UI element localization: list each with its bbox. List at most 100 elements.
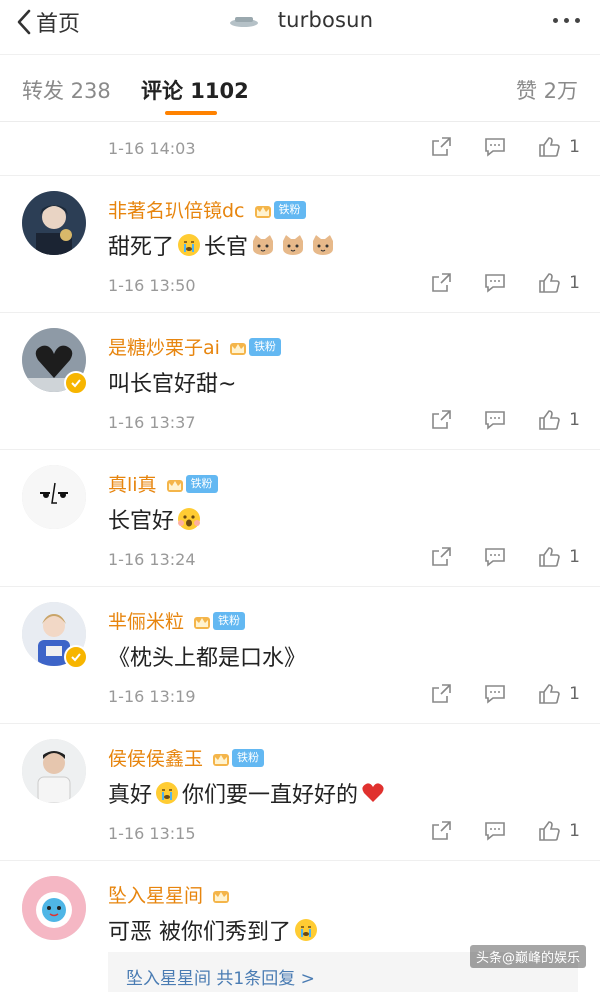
comment-username[interactable]: 侯侯侯鑫玉 铁粉 — [108, 744, 265, 771]
like-count: 1 — [569, 273, 580, 293]
share-icon[interactable] — [429, 135, 453, 159]
comment-actions: 1 — [429, 682, 580, 706]
avatar-image — [22, 465, 86, 529]
like-count: 1 — [569, 410, 580, 430]
crown-badge-icon — [254, 205, 271, 218]
share-icon[interactable] — [429, 408, 453, 432]
comment-time: 1-16 13:50 — [108, 276, 196, 295]
comment-text: 甜死了 长官 — [108, 229, 338, 261]
watermark: 头条@巅峰的娱乐 — [469, 945, 586, 968]
comment-time: 1-16 13:37 — [108, 413, 196, 432]
crying-emoji-icon — [295, 919, 317, 941]
comment-text: 可恶 被你们秀到了 — [108, 914, 321, 946]
comment-actions: 1 — [429, 819, 580, 843]
avatar-image — [22, 191, 86, 255]
share-icon[interactable] — [429, 271, 453, 295]
username-text: 坠入星星间 — [108, 885, 204, 907]
fan-badge: 铁粉 — [213, 611, 246, 630]
avatar-image — [22, 876, 86, 940]
like-count: 1 — [569, 821, 580, 841]
comment-username[interactable]: 芈俪米粒 铁粉 — [108, 607, 246, 634]
like-icon[interactable] — [537, 408, 561, 432]
surprised-emoji-icon — [178, 508, 201, 530]
reply-icon[interactable] — [483, 408, 507, 432]
tab-repost[interactable]: 转发 238 — [22, 75, 111, 105]
comment-text-part: 甜死了 — [108, 235, 175, 260]
like-count: 1 — [569, 547, 580, 567]
active-tab-indicator — [165, 111, 217, 115]
comment-time: 1-16 13:24 — [108, 550, 196, 569]
reply-icon[interactable] — [483, 271, 507, 295]
comment-list: 1-16 14:03 1 非著名玐倍镜dc 铁粉 甜死了 长官 1-16 13:… — [0, 121, 600, 997]
username-text: 真li真 — [108, 474, 157, 496]
comment-item: 是糖炒栗子ai 铁粉 叫长官好甜~ 1-16 13:37 1 — [0, 313, 600, 450]
like-icon[interactable] — [537, 682, 561, 706]
comment-text: 真好 你们要一直好好的 — [108, 777, 388, 809]
comment-text-part: 真好 — [108, 783, 153, 808]
more-dot-icon — [553, 18, 558, 23]
comment-item: 非著名玐倍镜dc 铁粉 甜死了 长官 1-16 13:50 1 — [0, 176, 600, 313]
comment-text: 《枕头上都是口水》 — [108, 646, 307, 671]
comment-actions: 1 — [429, 408, 580, 432]
share-icon[interactable] — [429, 682, 453, 706]
avatar[interactable] — [22, 465, 86, 529]
comment-item: 芈俪米粒 铁粉 《枕头上都是口水》 1-16 13:19 1 — [0, 587, 600, 724]
username-text: 是糖炒栗子ai — [108, 337, 220, 359]
username-text: 芈俪米粒 — [108, 611, 185, 633]
avatar[interactable] — [22, 739, 86, 803]
crown-badge-icon — [229, 342, 246, 355]
cat-emoji-icon — [253, 235, 274, 255]
comment-text-part: 你们要一直好好的 — [182, 783, 359, 808]
user-avatar-icon — [229, 17, 258, 27]
crown-badge-icon — [213, 753, 230, 766]
username-text: 非著名玐倍镜dc — [108, 200, 245, 222]
comment-username[interactable]: 真li真 铁粉 — [108, 470, 218, 497]
crown-badge-icon — [194, 616, 211, 629]
avatar[interactable] — [22, 191, 86, 255]
comment-username[interactable]: 是糖炒栗子ai 铁粉 — [108, 333, 281, 360]
reply-summary-link[interactable]: 坠入星星间 共1条回复 > — [126, 964, 315, 989]
avatar[interactable] — [22, 876, 86, 940]
reply-icon[interactable] — [483, 682, 507, 706]
like-count: 1 — [569, 137, 580, 157]
username-text: 侯侯侯鑫玉 — [108, 748, 204, 770]
like-icon[interactable] — [537, 819, 561, 843]
reply-icon[interactable] — [483, 819, 507, 843]
comment-item: 真li真 铁粉 长官好 1-16 13:24 1 — [0, 450, 600, 587]
tab-bar: 转发 238 评论 1102 赞 2万 — [0, 54, 600, 122]
top-nav-bar: 首页 turbosun — [0, 0, 600, 46]
comment-actions: 1 — [429, 135, 580, 159]
fan-badge: 铁粉 — [273, 200, 306, 219]
reply-icon[interactable] — [483, 135, 507, 159]
more-options-button[interactable] — [553, 18, 580, 23]
heart-icon — [362, 783, 384, 802]
more-dot-icon — [564, 18, 569, 23]
like-icon[interactable] — [537, 271, 561, 295]
cat-emoji-icon — [283, 235, 304, 255]
crown-badge-icon — [166, 479, 183, 492]
comment-item: 1-16 14:03 1 — [0, 121, 600, 176]
comment-username[interactable]: 坠入星星间 — [108, 881, 231, 908]
tab-likes[interactable]: 赞 2万 — [516, 75, 578, 105]
like-icon[interactable] — [537, 135, 561, 159]
share-icon[interactable] — [429, 819, 453, 843]
reply-icon[interactable] — [483, 545, 507, 569]
comment-text-part: 长官 — [204, 235, 249, 260]
more-dot-icon — [575, 18, 580, 23]
comment-actions: 1 — [429, 271, 580, 295]
page-title: turbosun — [0, 8, 600, 32]
fan-badge: 铁粉 — [248, 337, 281, 356]
share-icon[interactable] — [429, 545, 453, 569]
comment-time: 1-16 13:19 — [108, 687, 196, 706]
verified-badge-icon — [64, 371, 88, 395]
comment-actions: 1 — [429, 545, 580, 569]
comment-text: 长官好 — [108, 503, 204, 535]
like-icon[interactable] — [537, 545, 561, 569]
crying-emoji-icon — [178, 234, 201, 256]
comment-time: 1-16 14:03 — [108, 139, 196, 158]
comment-username[interactable]: 非著名玐倍镜dc 铁粉 — [108, 196, 306, 223]
crying-emoji-icon — [156, 782, 179, 804]
tab-comments[interactable]: 评论 1102 — [141, 75, 249, 105]
verified-badge-icon — [64, 645, 88, 669]
comment-time: 1-16 13:15 — [108, 824, 196, 843]
